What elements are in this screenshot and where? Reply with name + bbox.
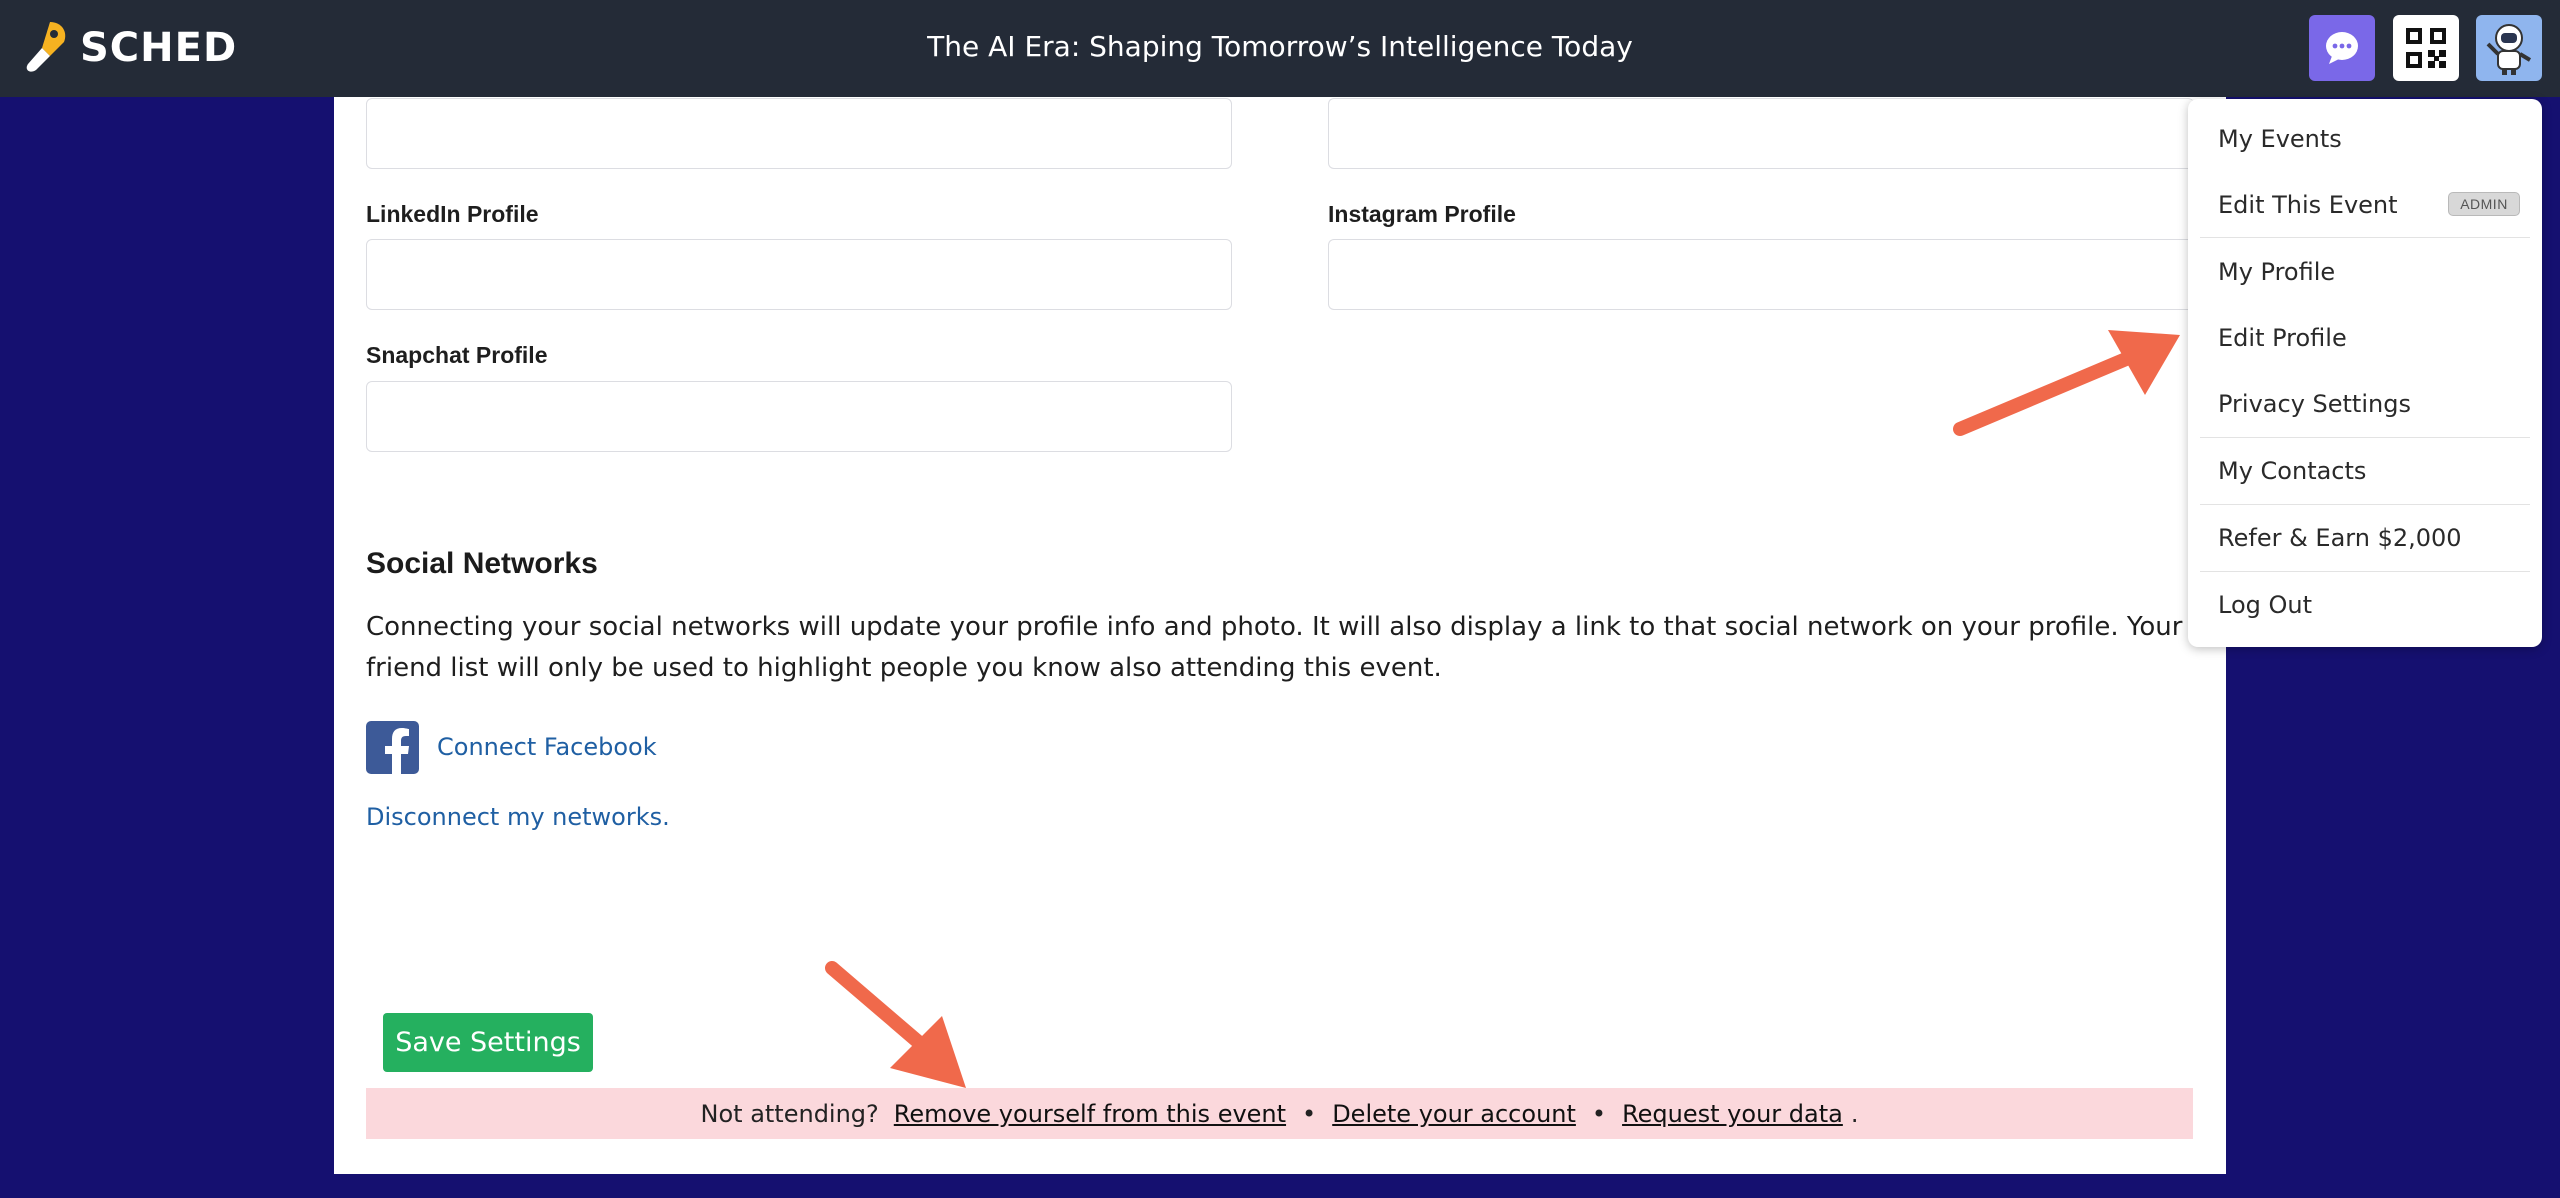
menu-item-my-profile[interactable]: My Profile xyxy=(2218,258,2335,286)
menu-divider xyxy=(2200,504,2530,505)
facebook-f-glyph xyxy=(385,728,409,774)
astronaut-avatar-icon xyxy=(2486,24,2532,75)
remove-from-event-link[interactable]: Remove yourself from this event xyxy=(894,1100,1286,1128)
user-dropdown-menu: My Events Edit This Event ADMIN My Profi… xyxy=(2188,99,2542,647)
disconnect-networks-link[interactable]: Disconnect my networks. xyxy=(366,803,670,831)
snapchat-label: Snapchat Profile xyxy=(366,342,548,368)
menu-item-log-out[interactable]: Log Out xyxy=(2218,591,2312,619)
social-networks-heading: Social Networks xyxy=(366,547,598,580)
save-settings-button[interactable]: Save Settings xyxy=(383,1013,593,1072)
instagram-input[interactable] xyxy=(1328,239,2194,310)
request-data-link[interactable]: Request your data xyxy=(1622,1100,1843,1128)
bullet-separator: • xyxy=(1591,1099,1607,1128)
previous-profile-input-left[interactable] xyxy=(366,98,1232,169)
menu-divider xyxy=(2200,237,2530,238)
chat-button[interactable] xyxy=(2309,15,2375,81)
snapchat-input[interactable] xyxy=(366,381,1232,452)
admin-badge: ADMIN xyxy=(2448,192,2520,216)
linkedin-label: LinkedIn Profile xyxy=(366,201,539,227)
qr-code-button[interactable] xyxy=(2393,15,2459,81)
bullet-separator: • xyxy=(1302,1099,1317,1128)
menu-item-privacy-settings[interactable]: Privacy Settings xyxy=(2218,390,2411,418)
social-networks-description: Connecting your social networks will upd… xyxy=(366,612,2183,683)
chat-bubble-icon xyxy=(2326,32,2358,64)
previous-profile-input-right[interactable] xyxy=(1328,98,2194,169)
menu-divider xyxy=(2200,571,2530,572)
annotation-arrow-icon xyxy=(825,961,966,1088)
facebook-icon[interactable] xyxy=(366,721,419,774)
menu-item-edit-this-event[interactable]: Edit This Event xyxy=(2218,191,2398,219)
qr-code-icon xyxy=(2406,28,2446,68)
instagram-label: Instagram Profile xyxy=(1328,201,1516,227)
not-attending-notice: Not attending? Remove yourself from this… xyxy=(366,1088,2193,1139)
top-bar: SCHED The AI Era: Shaping Tomorrow’s Int… xyxy=(0,0,2560,97)
annotation-arrow-icon xyxy=(1953,330,2180,436)
menu-item-refer-earn[interactable]: Refer & Earn $2,000 xyxy=(2218,524,2462,552)
menu-item-my-contacts[interactable]: My Contacts xyxy=(2218,457,2366,485)
user-avatar-button[interactable] xyxy=(2476,15,2542,81)
menu-divider xyxy=(2200,437,2530,438)
menu-item-my-events[interactable]: My Events xyxy=(2218,125,2342,153)
menu-item-edit-profile[interactable]: Edit Profile xyxy=(2218,324,2347,352)
not-attending-text: Not attending? xyxy=(700,1099,879,1128)
delete-account-link[interactable]: Delete your account xyxy=(1332,1100,1576,1128)
linkedin-input[interactable] xyxy=(366,239,1232,310)
event-title: The AI Era: Shaping Tomorrow’s Intellige… xyxy=(927,30,1633,63)
notice-period: . xyxy=(1850,1099,1859,1128)
connect-facebook-link[interactable]: Connect Facebook xyxy=(437,733,657,761)
